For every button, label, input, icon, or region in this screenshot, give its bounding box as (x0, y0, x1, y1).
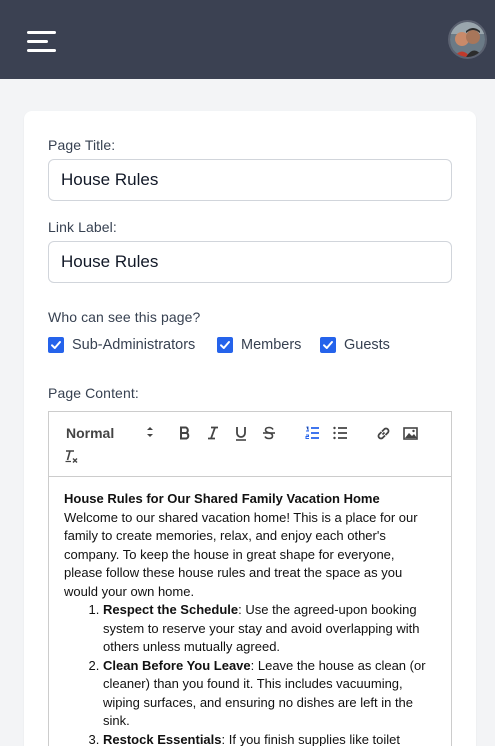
list-item: Restock Essentials: If you finish suppli… (103, 731, 436, 746)
rule-text: : If you finish supplies like toilet (221, 731, 400, 746)
page-title-input[interactable] (48, 159, 452, 201)
checkbox-label: Sub-Administrators (72, 337, 196, 353)
ordered-list-icon[interactable] (303, 424, 321, 442)
list-item: Respect the Schedule: Use the agreed-upo… (103, 601, 436, 657)
checkbox-checked-icon[interactable] (217, 337, 233, 353)
editor-toolbar: Normal (48, 411, 452, 477)
checkbox-label: Guests (344, 337, 390, 353)
bullet-list-icon[interactable] (331, 424, 349, 442)
avatar[interactable] (448, 20, 487, 59)
format-select-value: Normal (66, 425, 115, 441)
link-label-label: Link Label: (48, 219, 117, 235)
visibility-label: Who can see this page? (48, 309, 201, 325)
strikethrough-icon[interactable] (260, 424, 278, 442)
hamburger-menu-icon[interactable] (27, 29, 57, 55)
editor-heading: House Rules for Our Shared Family Vacati… (64, 491, 380, 506)
page-content-label: Page Content: (48, 385, 139, 401)
checkbox-sub-administrators[interactable]: Sub-Administrators (48, 337, 195, 353)
checkbox-guests[interactable]: Guests (320, 337, 390, 353)
checkbox-checked-icon[interactable] (320, 337, 336, 353)
bold-icon[interactable] (176, 424, 194, 442)
italic-icon[interactable] (204, 424, 222, 442)
link-icon[interactable] (374, 424, 392, 442)
link-label-input[interactable] (48, 241, 452, 283)
format-select[interactable]: Normal (66, 424, 154, 442)
list-item: Clean Before You Leave: Leave the house … (103, 657, 436, 731)
rich-text-editor[interactable]: House Rules for Our Shared Family Vacati… (48, 477, 452, 746)
rules-list: Respect the Schedule: Use the agreed-upo… (64, 601, 436, 746)
rule-heading: Restock Essentials (103, 731, 222, 746)
rule-heading: Respect the Schedule (103, 602, 239, 617)
editor-intro-paragraph: Welcome to our shared vacation home! Thi… (64, 509, 418, 599)
image-icon[interactable] (401, 424, 419, 442)
checkbox-members[interactable]: Members (217, 337, 301, 353)
rule-heading: Clean Before You Leave (103, 657, 251, 673)
clear-format-icon[interactable] (62, 447, 80, 465)
top-navigation-bar (0, 0, 495, 79)
checkbox-checked-icon[interactable] (48, 337, 64, 353)
chevron-up-down-icon (146, 425, 154, 442)
underline-icon[interactable] (232, 424, 250, 442)
checkbox-label: Members (241, 337, 302, 353)
page-title-label: Page Title: (48, 137, 116, 153)
